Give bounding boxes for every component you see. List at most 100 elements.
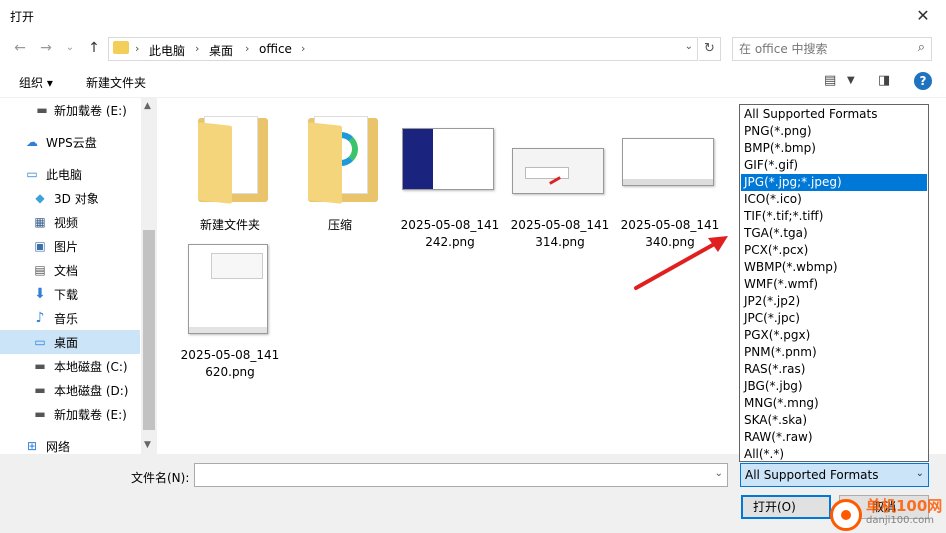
folder-icon	[113, 41, 129, 54]
sidebar-scrollbar[interactable]: ▲ ▼	[141, 98, 157, 454]
breadcrumb-separator: ›	[195, 42, 200, 55]
file-type-value: All Supported Formats	[745, 468, 879, 482]
drive-icon: ▬	[34, 383, 46, 397]
file-type-option[interactable]: TIF(*.tif;*.tiff)	[741, 208, 927, 225]
sidebar-item-pictures[interactable]: ▣ 图片	[0, 234, 140, 258]
file-type-option[interactable]: ICO(*.ico)	[741, 191, 927, 208]
breadcrumb-separator: ›	[301, 42, 306, 55]
file-item[interactable]: 2025-05-08_141 242.png	[397, 112, 503, 249]
search-icon: ⌕	[917, 40, 925, 55]
desktop-icon: ▭	[34, 335, 46, 349]
file-type-select[interactable]: All Supported Formats ⌄	[740, 463, 929, 487]
sidebar-item-network[interactable]: ⊞ 网络	[0, 434, 140, 454]
file-type-option[interactable]: WBMP(*.wbmp)	[741, 259, 927, 276]
file-name: 2025-05-08_141 242.png	[400, 218, 500, 249]
file-type-option[interactable]: RAS(*.ras)	[741, 361, 927, 378]
network-icon: ⊞	[26, 439, 38, 453]
sidebar-item-label: 文档	[54, 264, 79, 278]
sidebar-item-3d-objects[interactable]: ◆ 3D 对象	[0, 186, 140, 210]
navigation-pane: ▬ 新加载卷 (E:) ☁ WPS云盘 ▭ 此电脑 ◆ 3D 对象 ▦ 视频 ▣…	[0, 98, 157, 454]
organize-button[interactable]: 组织 ▾	[19, 74, 53, 91]
filename-field[interactable]: ⌄	[194, 463, 728, 487]
file-type-option[interactable]: PGX(*.pgx)	[741, 327, 927, 344]
image-thumbnail	[180, 242, 280, 342]
address-bar[interactable]: › 此电脑 › 桌面 › office › ⌄	[108, 37, 698, 61]
pictures-icon: ▣	[34, 239, 46, 253]
chevron-down-icon: ⌄	[915, 468, 924, 479]
recent-locations-button[interactable]: ⌄	[60, 38, 80, 58]
file-type-option[interactable]: PCX(*.pcx)	[741, 242, 927, 259]
chevron-down-icon[interactable]: ▼	[847, 75, 855, 86]
sidebar-item-drive-e[interactable]: ▬ 新加载卷 (E:)	[0, 402, 140, 426]
close-button[interactable]: ✕	[900, 0, 946, 32]
back-button[interactable]: ←	[10, 38, 30, 58]
file-item[interactable]: 压缩	[287, 112, 393, 232]
file-item[interactable]: 2025-05-08_141 620.png	[177, 242, 283, 379]
scroll-up-icon[interactable]: ▲	[144, 101, 151, 111]
drive-icon: ▬	[34, 359, 46, 373]
breadcrumb-this-pc[interactable]: 此电脑	[149, 42, 185, 59]
file-type-option-highlighted[interactable]: JPG(*.jpg;*.jpeg)	[741, 174, 927, 191]
view-options-icon[interactable]: ▤	[824, 73, 836, 88]
annotation-arrow	[634, 236, 728, 290]
file-type-option[interactable]: PNG(*.png)	[741, 123, 927, 140]
sidebar-item-label: 本地磁盘 (D:)	[54, 384, 129, 398]
folder-icon	[180, 112, 280, 212]
scroll-down-icon[interactable]: ▼	[144, 440, 151, 450]
file-type-option[interactable]: All Supported Formats	[741, 106, 927, 123]
file-name: 压缩	[327, 218, 352, 232]
sidebar-item-label: 本地磁盘 (C:)	[54, 360, 128, 374]
sidebar-item-drive-c[interactable]: ▬ 本地磁盘 (C:)	[0, 354, 140, 378]
sidebar-item-this-pc[interactable]: ▭ 此电脑	[0, 162, 140, 186]
file-type-option[interactable]: MNG(*.mng)	[741, 395, 927, 412]
file-type-option[interactable]: JPC(*.jpc)	[741, 310, 927, 327]
sidebar-item-label: 音乐	[54, 312, 79, 326]
sidebar-item-desktop[interactable]: ▭ 桌面	[0, 330, 140, 354]
sidebar-item-documents[interactable]: ▤ 文档	[0, 258, 140, 282]
cloud-icon: ☁	[26, 135, 38, 149]
drive-icon: ▬	[36, 103, 48, 117]
sidebar-item-label: 新加载卷 (E:)	[54, 408, 127, 422]
file-item[interactable]: 新建文件夹	[177, 112, 283, 232]
sidebar-item-videos[interactable]: ▦ 视频	[0, 210, 140, 234]
file-type-option[interactable]: All(*.*)	[741, 446, 927, 463]
sidebar-item-downloads[interactable]: ⬇ 下载	[0, 282, 140, 306]
file-type-option[interactable]: JP2(*.jp2)	[741, 293, 927, 310]
help-icon[interactable]: ?	[914, 72, 932, 90]
sidebar-item-label: 网络	[46, 440, 71, 454]
sidebar-item-drive-e-top[interactable]: ▬ 新加载卷 (E:)	[0, 98, 140, 122]
new-folder-button[interactable]: 新建文件夹	[86, 74, 146, 91]
download-icon: ⬇	[34, 286, 46, 302]
file-type-option[interactable]: SKA(*.ska)	[741, 412, 927, 429]
search-box[interactable]: ⌕	[732, 37, 932, 61]
forward-button[interactable]: →	[36, 38, 56, 58]
breadcrumb-desktop[interactable]: 桌面	[209, 42, 233, 59]
breadcrumb-office[interactable]: office	[259, 42, 292, 56]
file-type-option[interactable]: TGA(*.tga)	[741, 225, 927, 242]
up-button[interactable]: ↑	[84, 38, 104, 58]
file-type-option[interactable]: BMP(*.bmp)	[741, 140, 927, 157]
search-input[interactable]	[739, 40, 899, 58]
file-type-option[interactable]: PNM(*.pnm)	[741, 344, 927, 361]
filename-label: 文件名(N):	[131, 471, 190, 485]
refresh-button[interactable]: ↻	[699, 37, 721, 61]
scrollbar-thumb[interactable]	[143, 230, 155, 430]
documents-icon: ▤	[34, 263, 46, 277]
file-name: 2025-05-08_141 314.png	[510, 218, 610, 249]
title-bar: 打开 ✕	[0, 0, 946, 32]
file-type-option[interactable]: WMF(*.wmf)	[741, 276, 927, 293]
computer-icon: ▭	[26, 167, 38, 181]
preview-pane-icon[interactable]: ◨	[878, 73, 890, 88]
file-type-option[interactable]: GIF(*.gif)	[741, 157, 927, 174]
toolbar: 组织 ▾ 新建文件夹 ▤ ▼ ◨ ?	[0, 64, 946, 98]
chevron-down-icon[interactable]: ⌄	[715, 468, 723, 479]
file-item[interactable]: 2025-05-08_141 314.png	[507, 112, 613, 249]
chevron-down-icon[interactable]: ⌄	[685, 41, 693, 52]
sidebar-item-wps-cloud[interactable]: ☁ WPS云盘	[0, 130, 140, 154]
sidebar-item-music[interactable]: ♪ 音乐	[0, 306, 140, 330]
file-type-option[interactable]: RAW(*.raw)	[741, 429, 927, 446]
sidebar-item-label: 图片	[54, 240, 79, 254]
sidebar-item-drive-d[interactable]: ▬ 本地磁盘 (D:)	[0, 378, 140, 402]
file-item[interactable]: 2025-05-08_141 340.png	[617, 112, 723, 249]
file-type-option[interactable]: JBG(*.jbg)	[741, 378, 927, 395]
